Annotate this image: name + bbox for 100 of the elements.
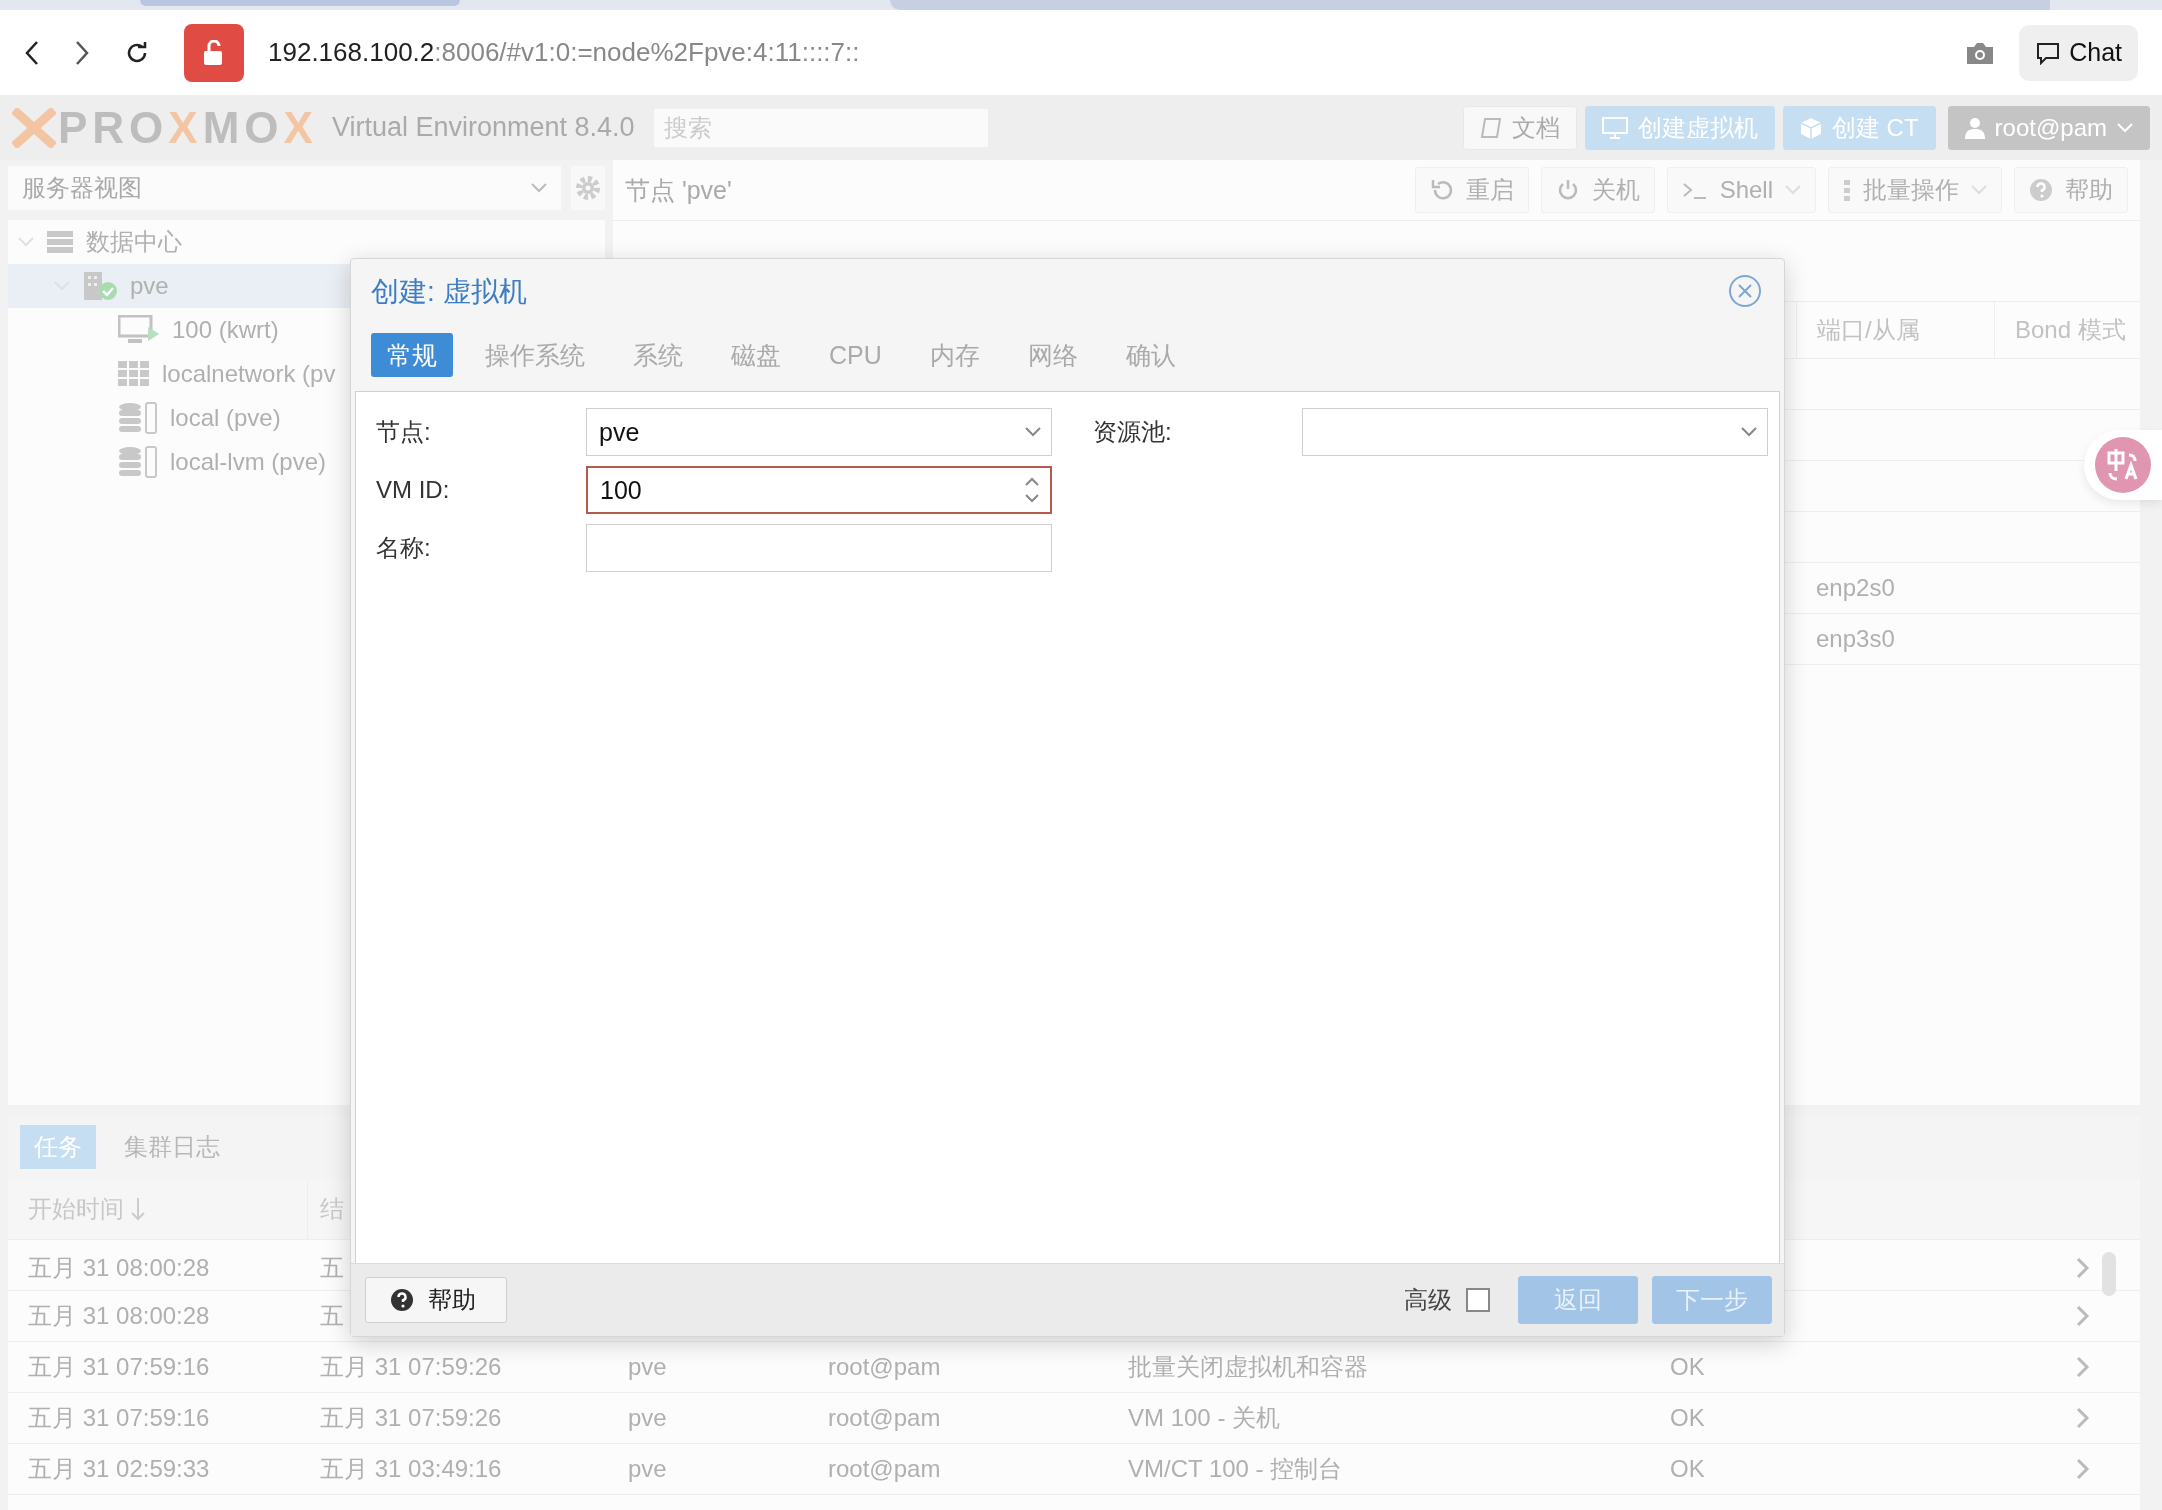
table-cell-text: root@pam	[827, 1455, 942, 1483]
column-header[interactable]: Bond 模式	[1994, 302, 2140, 359]
monitor-icon	[1601, 116, 1628, 139]
checkbox[interactable]	[1466, 1288, 1490, 1312]
field-label: 资源池:	[1092, 417, 1173, 447]
table-cell-text: pve	[627, 1404, 668, 1432]
help-button[interactable]: 帮助	[2014, 167, 2128, 213]
wizard-tab[interactable]: 网络	[1011, 333, 1094, 377]
bulk-actions-button[interactable]: 批量操作	[1828, 167, 2002, 213]
table-cell-text: 五月 31 07:59:16	[27, 1403, 211, 1433]
server-rack-icon	[46, 230, 74, 254]
wizard-tab[interactable]: 确认	[1109, 333, 1192, 377]
table-cell-text: 五	[319, 1301, 345, 1331]
database-icon	[118, 402, 158, 434]
create-ct-button[interactable]: 创建 CT	[1782, 105, 1936, 150]
monitor-play-icon	[118, 315, 160, 345]
table-cell-text: 批量关闭虚拟机和容器	[1127, 1352, 1369, 1382]
user-icon	[1964, 116, 1985, 139]
speech-bubble-icon	[2035, 40, 2062, 65]
chevron-right-icon[interactable]	[2076, 1356, 2090, 1378]
table-cell-text: 五月 31 03:49:16	[319, 1454, 503, 1484]
forward-icon[interactable]	[74, 39, 90, 66]
chevron-down-icon	[1025, 427, 1041, 437]
reboot-button[interactable]: 重启	[1414, 167, 1529, 213]
settings-icon	[575, 175, 601, 201]
shell-button[interactable]: Shell	[1666, 167, 1816, 213]
chevron-down-icon	[531, 183, 547, 193]
close-button[interactable]	[1728, 274, 1764, 310]
book-icon	[1479, 116, 1502, 139]
table-cell-text: OK	[1669, 1455, 1706, 1483]
table-cell: enp2s0	[1796, 563, 1994, 614]
table-cell-text: VM/CT 100 - 控制台	[1127, 1454, 1344, 1484]
browser-tab[interactable]	[890, 0, 2050, 10]
table-cell-text: pve	[627, 1353, 668, 1381]
field-label: VM ID:	[376, 475, 451, 505]
dropdown-field[interactable]	[1302, 408, 1768, 456]
close-icon	[1728, 274, 1762, 308]
panel-title: 节点 'pve'	[625, 174, 733, 206]
table-cell-text: 五月 31 07:59:26	[319, 1352, 503, 1382]
chevron-right-icon[interactable]	[2076, 1257, 2090, 1279]
user-menu-button[interactable]: root@pam	[1947, 105, 2150, 150]
address-bar[interactable]: 192.168.100.2:8006/#v1:0:=node%2Fpve:4:11::::7::	[268, 37, 860, 68]
table-cell-text: 五	[319, 1253, 345, 1283]
table-cell-text: OK	[1669, 1353, 1706, 1381]
scrollbar-thumb[interactable]	[2102, 1252, 2116, 1296]
shutdown-button[interactable]: 关机	[1540, 167, 1655, 213]
table-cell-text: pve	[627, 1455, 668, 1483]
table-cell-text: root@pam	[827, 1404, 942, 1432]
help-icon	[390, 1288, 414, 1312]
panel-tab[interactable]: 任务	[20, 1125, 96, 1169]
dialog-title: 创建: 虚拟机	[371, 275, 527, 309]
database-icon	[118, 446, 158, 478]
chevron-right-icon[interactable]	[2076, 1407, 2090, 1429]
table-cell-text: VM 100 - 关机	[1127, 1403, 1282, 1433]
column-header[interactable]: 端口/从属	[1796, 302, 1994, 359]
translate-button[interactable]	[2084, 430, 2162, 500]
table-cell-text: 五月 31 02:59:33	[27, 1454, 211, 1484]
vertical-dots-icon	[1843, 179, 1851, 201]
table-cell-text: 五月 31 07:59:16	[27, 1352, 211, 1382]
panel-tab[interactable]: 集群日志	[110, 1125, 234, 1169]
input-field[interactable]	[586, 524, 1052, 572]
table-cell-text: OK	[1669, 1404, 1706, 1432]
settings-button[interactable]	[571, 166, 605, 210]
chevron-right-icon[interactable]	[2076, 1458, 2090, 1480]
undo-icon	[1429, 178, 1454, 202]
help-button[interactable]: 帮助	[365, 1277, 507, 1323]
building-check-icon	[82, 271, 118, 301]
wizard-tab[interactable]: 系统	[617, 333, 699, 377]
field-label: 名称:	[376, 533, 432, 563]
table-cell-text: root@pam	[827, 1353, 942, 1381]
browser-tab[interactable]	[140, 0, 460, 6]
chevron-down-icon	[2117, 122, 2133, 133]
wizard-tab[interactable]: CPU	[813, 333, 898, 377]
chat-button[interactable]: Chat	[2019, 24, 2138, 81]
table-cell-text: 五月 31 07:59:26	[319, 1403, 503, 1433]
terminal-icon	[1681, 180, 1708, 200]
product-version: Virtual Environment 8.4.0	[331, 112, 635, 143]
lock-button[interactable]	[184, 23, 244, 82]
table-cell-text: 五月 31 08:00:28	[27, 1253, 211, 1283]
wizard-tab[interactable]: 常规	[371, 333, 453, 377]
create-vm-button[interactable]: 创建虚拟机	[1584, 105, 1775, 150]
table-cell-text: 五月 31 08:00:28	[27, 1301, 211, 1331]
cube-icon	[1799, 116, 1822, 139]
grid-icon	[118, 361, 150, 387]
wizard-tab[interactable]: 操作系统	[469, 333, 601, 377]
advanced-label: 高级	[1404, 1285, 1452, 1315]
x-logo-icon	[12, 107, 56, 148]
view-selector[interactable]: 服务器视图	[8, 166, 561, 210]
wizard-tab[interactable]: 磁盘	[715, 333, 797, 377]
translate-icon	[2095, 437, 2151, 493]
back-icon[interactable]	[24, 39, 40, 66]
dropdown-field[interactable]: pve	[586, 408, 1052, 456]
number-field[interactable]: 100	[586, 466, 1052, 514]
help-icon	[2029, 178, 2053, 202]
chevron-right-icon[interactable]	[2076, 1305, 2090, 1327]
field-label: 节点:	[376, 417, 432, 447]
documentation-button[interactable]: 文档	[1462, 105, 1577, 150]
chevron-down-icon	[1741, 427, 1757, 437]
wizard-tab[interactable]: 内存	[913, 333, 996, 377]
tree-item[interactable]: 数据中心	[8, 220, 605, 264]
